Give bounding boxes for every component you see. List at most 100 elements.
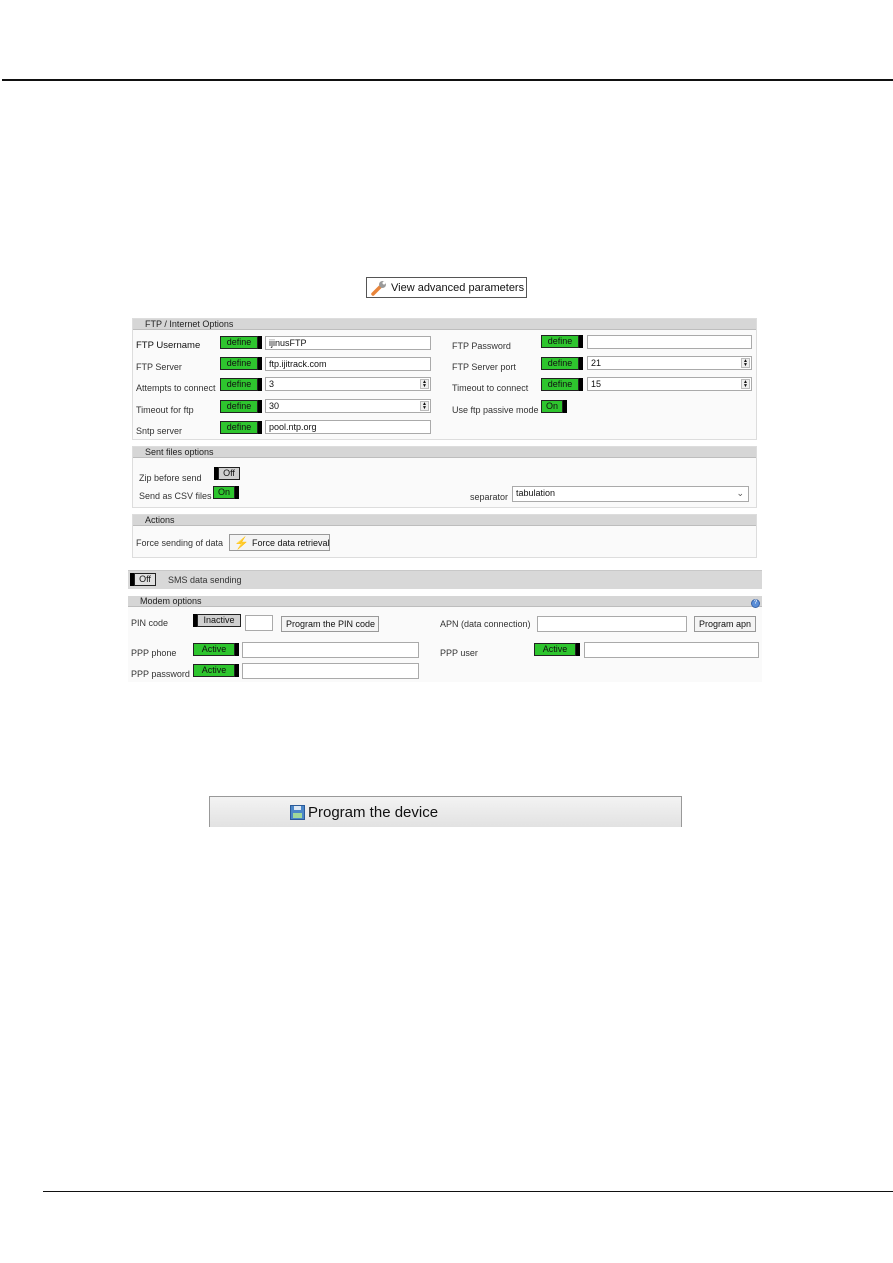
- toggle-face: define: [220, 421, 258, 434]
- toggle-face: define: [220, 357, 258, 370]
- help-icon[interactable]: ?: [751, 599, 760, 608]
- ftp-username-label: FTP Username: [136, 340, 201, 351]
- toggle-bar: [235, 664, 239, 677]
- program-device-label: Program the device: [308, 804, 439, 821]
- passive-mode-label: Use ftp passive mode: [452, 405, 539, 415]
- ftp-password-toggle[interactable]: define: [541, 335, 583, 348]
- toggle-bar: [258, 357, 262, 370]
- toggle-face: define: [220, 378, 258, 391]
- toggle-face: define: [220, 400, 258, 413]
- pin-code-input[interactable]: [245, 615, 273, 631]
- toggle-face: Off: [218, 467, 240, 480]
- timeout-for-ftp-input[interactable]: 30 ▲ ▼: [265, 399, 431, 413]
- ftp-username-input[interactable]: ijinusFTP: [265, 336, 431, 350]
- ftp-username-toggle[interactable]: define: [220, 336, 262, 349]
- toggle-bar: [258, 421, 262, 434]
- actions-panel: Actions: [132, 514, 757, 558]
- ftp-server-port-input[interactable]: 21 ▲ ▼: [587, 356, 752, 370]
- toggle-face: define: [541, 335, 579, 348]
- send-as-csv-toggle[interactable]: On: [213, 486, 239, 499]
- ppp-user-label: PPP user: [440, 648, 478, 658]
- spinner-arrows-icon[interactable]: ▲ ▼: [420, 379, 429, 389]
- force-data-retrieval-button[interactable]: ⚡ Force data retrieval: [229, 534, 330, 551]
- timeout-for-ftp-toggle[interactable]: define: [220, 400, 262, 413]
- ftp-server-port-value: 21: [591, 358, 602, 368]
- toggle-bar: [258, 336, 262, 349]
- spinner-arrows-icon[interactable]: ▲ ▼: [741, 358, 750, 368]
- timeout-for-ftp-label: Timeout for ftp: [136, 405, 194, 415]
- program-device-button[interactable]: Program the device: [209, 796, 682, 827]
- ftp-server-input[interactable]: ftp.ijitrack.com: [265, 357, 431, 371]
- lightning-icon: ⚡: [234, 535, 249, 550]
- toggle-bar: [235, 486, 239, 499]
- passive-mode-toggle[interactable]: On: [541, 400, 567, 413]
- toggle-face: Active: [193, 643, 235, 656]
- ppp-password-input[interactable]: [242, 663, 419, 679]
- pin-code-toggle[interactable]: Inactive: [193, 614, 241, 627]
- zip-before-send-label: Zip before send: [139, 473, 202, 483]
- spinner-arrows-icon[interactable]: ▲ ▼: [741, 379, 750, 389]
- footer-rule: [43, 1191, 893, 1192]
- toggle-bar: [579, 357, 583, 370]
- send-as-csv-label: Send as CSV files: [139, 491, 212, 501]
- toggle-face: On: [213, 486, 235, 499]
- timeout-for-ftp-value: 30: [269, 401, 280, 411]
- toggle-face: On: [541, 400, 563, 413]
- toggle-bar: [563, 400, 567, 413]
- separator-select[interactable]: tabulation ⌄: [512, 486, 749, 502]
- attempts-to-connect-label: Attempts to connect: [136, 383, 216, 393]
- attempts-to-connect-value: 3: [269, 379, 275, 389]
- toggle-face: define: [541, 378, 579, 391]
- program-pin-code-button[interactable]: Program the PIN code: [281, 616, 379, 632]
- toggle-face: define: [541, 357, 579, 370]
- chevron-down-icon: ⌄: [736, 488, 744, 498]
- ppp-user-toggle[interactable]: Active: [534, 643, 580, 656]
- toggle-face: Active: [193, 664, 235, 677]
- ftp-server-toggle[interactable]: define: [220, 357, 262, 370]
- toggle-face: Active: [534, 643, 576, 656]
- timeout-to-connect-toggle[interactable]: define: [541, 378, 583, 391]
- ftp-options-title: FTP / Internet Options: [133, 319, 756, 330]
- ppp-phone-input[interactable]: [242, 642, 419, 658]
- ppp-password-toggle[interactable]: Active: [193, 664, 239, 677]
- spinner-arrows-icon[interactable]: ▲ ▼: [420, 401, 429, 411]
- ppp-password-label: PPP password: [131, 669, 190, 679]
- separator-selected-value: tabulation: [516, 488, 556, 498]
- ftp-password-label: FTP Password: [452, 341, 511, 351]
- ppp-user-input[interactable]: [584, 642, 759, 658]
- toggle-bar: [235, 643, 239, 656]
- sms-data-sending-toggle[interactable]: Off: [130, 573, 156, 586]
- ftp-password-input[interactable]: [587, 335, 752, 349]
- header-rule: [2, 79, 893, 81]
- sent-files-title: Sent files options: [133, 447, 756, 458]
- toggle-bar: [579, 335, 583, 348]
- toggle-bar: [258, 378, 262, 391]
- ftp-server-port-label: FTP Server port: [452, 362, 516, 372]
- attempts-to-connect-input[interactable]: 3 ▲ ▼: [265, 377, 431, 391]
- timeout-to-connect-value: 15: [591, 379, 602, 389]
- sntp-server-input[interactable]: pool.ntp.org: [265, 420, 431, 434]
- view-advanced-parameters-label: View advanced parameters: [391, 281, 525, 294]
- program-apn-button[interactable]: Program apn: [694, 616, 756, 632]
- timeout-to-connect-input[interactable]: 15 ▲ ▼: [587, 377, 752, 391]
- zip-before-send-toggle[interactable]: Off: [214, 467, 240, 480]
- ppp-phone-label: PPP phone: [131, 648, 177, 658]
- ppp-phone-toggle[interactable]: Active: [193, 643, 239, 656]
- apn-label: APN (data connection): [440, 619, 531, 629]
- toggle-face: Off: [134, 573, 156, 586]
- apn-input[interactable]: [537, 616, 687, 632]
- force-data-retrieval-label: Force data retrieval: [251, 537, 330, 548]
- attempts-to-connect-toggle[interactable]: define: [220, 378, 262, 391]
- toggle-bar: [579, 378, 583, 391]
- sntp-server-toggle[interactable]: define: [220, 421, 262, 434]
- sntp-server-label: Sntp server: [136, 426, 183, 436]
- sms-data-sending-label: SMS data sending: [168, 575, 242, 585]
- view-advanced-parameters-button[interactable]: View advanced parameters: [366, 277, 527, 298]
- separator-label: separator: [470, 492, 509, 502]
- timeout-to-connect-label: Timeout to connect: [452, 383, 529, 393]
- floppy-disk-icon: [290, 805, 305, 820]
- ftp-server-port-toggle[interactable]: define: [541, 357, 583, 370]
- wrench-icon: [371, 280, 389, 296]
- actions-title: Actions: [133, 515, 756, 526]
- ftp-server-label: FTP Server: [136, 362, 182, 372]
